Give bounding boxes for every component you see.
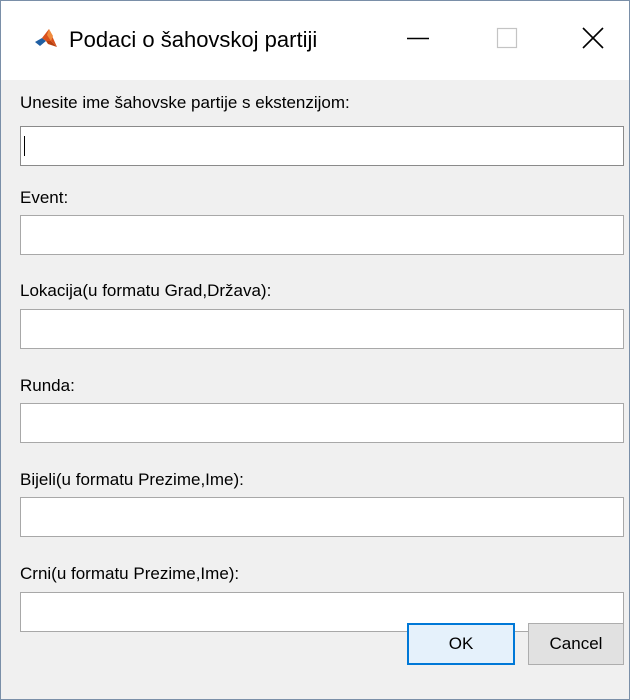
game-filename-input[interactable] [20,126,624,166]
location-label: Lokacija(u formatu Grad,Država): [20,281,272,300]
cancel-button[interactable]: Cancel [528,623,624,665]
game-filename-label: Unesite ime šahovske partije s ekstenzij… [20,93,350,112]
game-filename-field-wrap [20,126,624,166]
white-player-input[interactable] [20,497,624,537]
white-player-label: Bijeli(u formatu Prezime,Ime): [20,470,244,489]
minimize-button[interactable] [378,1,458,80]
title-bar[interactable]: Podaci o šahovskoj partiji [1,1,629,80]
round-label: Runda: [20,376,75,395]
black-player-label: Crni(u formatu Prezime,Ime): [20,564,240,583]
minimize-icon [406,26,430,55]
matlab-icon [34,27,58,51]
dialog-window: Podaci o šahovskoj partiji Unesite ime š… [0,0,630,700]
location-input[interactable] [20,309,624,349]
window-title: Podaci o šahovskoj partiji [69,27,318,52]
text-caret [24,136,25,156]
event-label: Event: [20,188,69,207]
close-icon [580,25,606,56]
event-input[interactable] [20,215,624,255]
dialog-body: Unesite ime šahovske partije s ekstenzij… [1,80,629,699]
close-button[interactable] [556,1,629,80]
ok-button[interactable]: OK [407,623,515,665]
maximize-button[interactable] [467,1,547,80]
round-input[interactable] [20,403,624,443]
maximize-icon [495,26,519,55]
